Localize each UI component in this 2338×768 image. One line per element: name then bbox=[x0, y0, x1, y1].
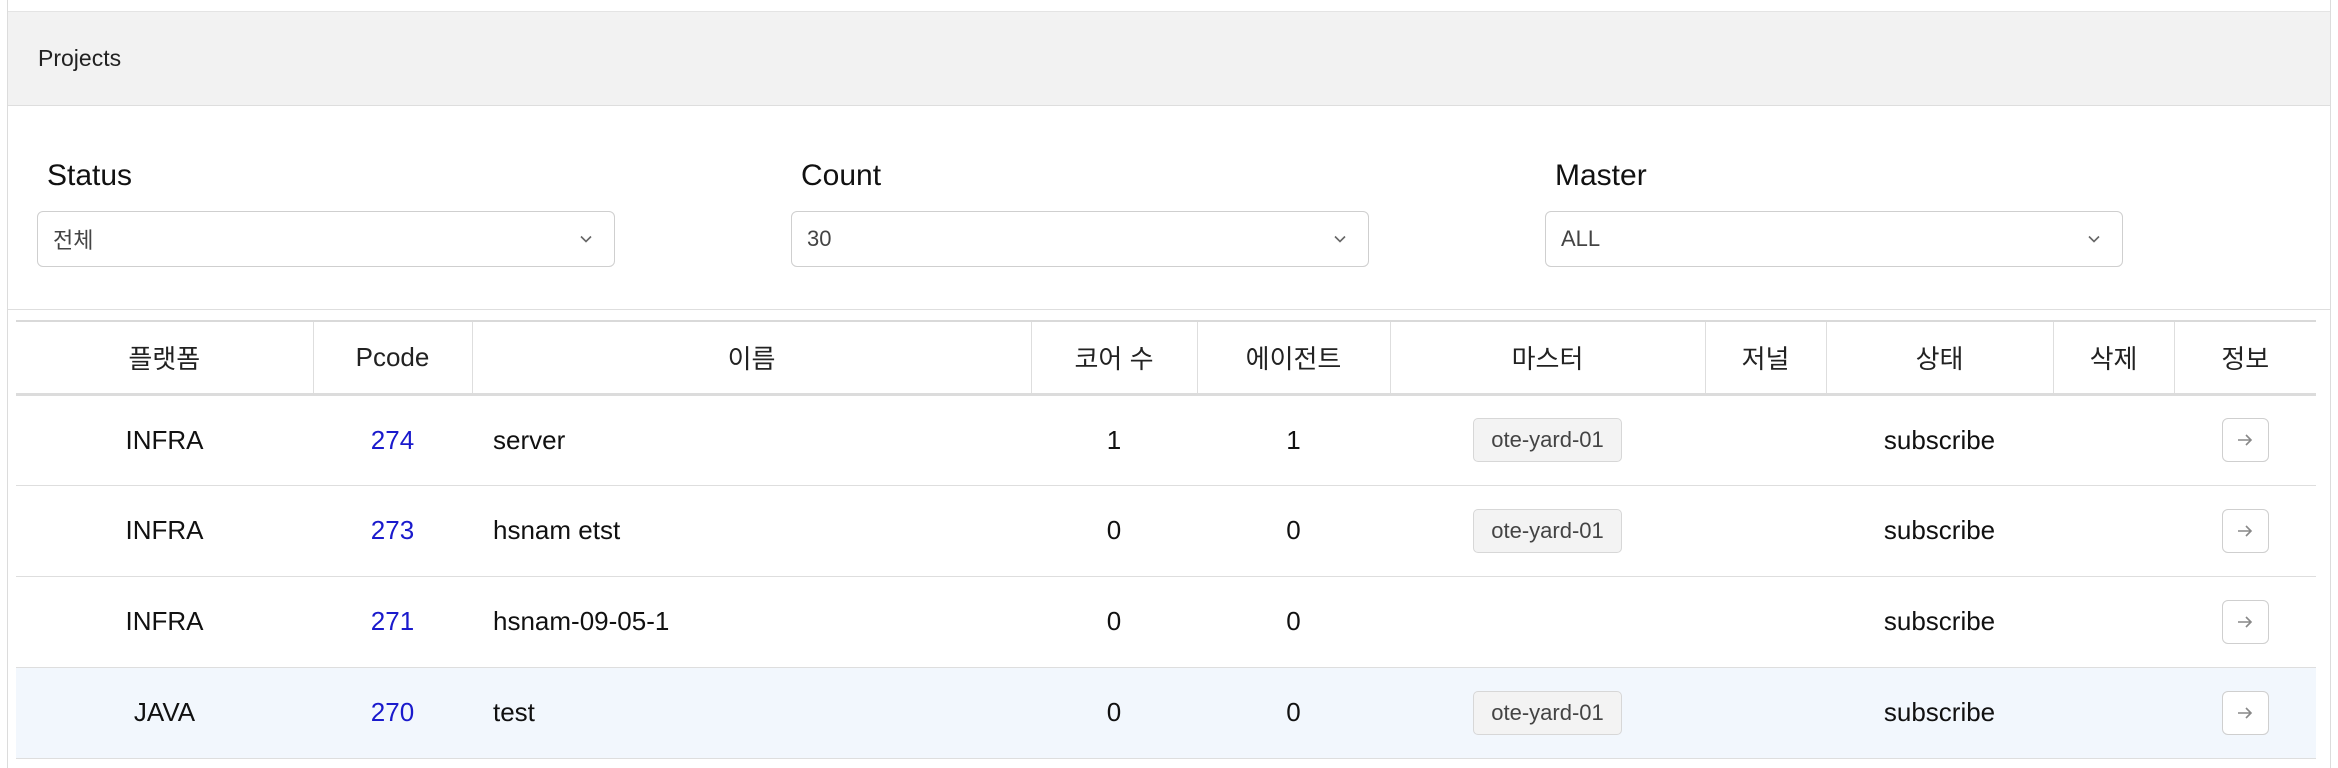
table-row[interactable]: JAVA 270 test 0 0 ote-yard-01 subscribe bbox=[16, 667, 2316, 759]
count-select[interactable]: 30 bbox=[791, 211, 1369, 267]
master-select-value: ALL bbox=[1561, 226, 1601, 251]
cell-journal bbox=[1705, 667, 1826, 759]
master-tag: ote-yard-01 bbox=[1473, 690, 1622, 735]
column-header-status[interactable]: 상태 bbox=[1826, 320, 2054, 396]
cell-info bbox=[2174, 667, 2316, 759]
cell-name: hsnam-09-05-1 bbox=[472, 576, 1031, 668]
column-header-delete[interactable]: 삭제 bbox=[2053, 320, 2175, 396]
status-filter: Status 전체 bbox=[37, 159, 617, 267]
cell-delete bbox=[2053, 576, 2174, 668]
cell-delete bbox=[2053, 394, 2174, 486]
cell-journal bbox=[1705, 394, 1826, 486]
master-label: Master bbox=[1555, 159, 1647, 192]
panel-title: Projects bbox=[38, 45, 122, 71]
cell-journal bbox=[1705, 576, 1826, 668]
cell-master: ote-yard-01 bbox=[1390, 394, 1705, 486]
chevron-down-icon bbox=[1334, 235, 1346, 243]
cell-cores: 0 bbox=[1031, 576, 1197, 668]
count-label: Count bbox=[801, 159, 882, 192]
cell-cores: 0 bbox=[1031, 485, 1197, 577]
cell-pcode: 270 bbox=[313, 667, 472, 759]
pcode-link[interactable]: 273 bbox=[371, 515, 414, 545]
column-header-agents[interactable]: 에이전트 bbox=[1197, 320, 1391, 396]
top-strip bbox=[8, 0, 2330, 12]
arrow-right-icon bbox=[2238, 524, 2253, 537]
filter-bar: Status 전체 Count 30 Master ALL bbox=[8, 107, 2330, 310]
cell-status: subscribe bbox=[1826, 576, 2053, 668]
cell-status: subscribe bbox=[1826, 667, 2053, 759]
cell-status: subscribe bbox=[1826, 485, 2053, 577]
status-label: Status bbox=[47, 159, 133, 192]
cell-name: test bbox=[472, 667, 1031, 759]
cell-info bbox=[2174, 576, 2316, 668]
cell-pcode: 273 bbox=[313, 485, 472, 577]
master-select[interactable]: ALL bbox=[1545, 211, 2123, 267]
arrow-right-icon bbox=[2238, 615, 2253, 628]
cell-agents: 1 bbox=[1197, 394, 1390, 486]
table-row[interactable]: INFRA 271 hsnam-09-05-1 0 0 subscribe bbox=[16, 576, 2316, 668]
cell-journal bbox=[1705, 485, 1826, 577]
pcode-link[interactable]: 271 bbox=[371, 606, 414, 636]
panel-header: Projects bbox=[8, 12, 2330, 106]
pcode-link[interactable]: 274 bbox=[371, 425, 414, 455]
cell-platform: JAVA bbox=[16, 667, 313, 759]
column-header-master[interactable]: 마스터 bbox=[1390, 320, 1706, 396]
info-button[interactable] bbox=[2221, 508, 2269, 553]
column-header-cores[interactable]: 코어 수 bbox=[1031, 320, 1198, 396]
table-header-row: 플랫폼 Pcode 이름 코어 수 에이전트 마스터 저널 상태 삭제 정보 bbox=[16, 320, 2316, 396]
cell-platform: INFRA bbox=[16, 576, 313, 668]
info-button[interactable] bbox=[2221, 418, 2269, 462]
master-tag: ote-yard-01 bbox=[1473, 418, 1622, 462]
column-header-platform[interactable]: 플랫폼 bbox=[16, 320, 314, 396]
cell-master: ote-yard-01 bbox=[1390, 485, 1705, 577]
count-select-value: 30 bbox=[807, 226, 832, 251]
cell-platform: INFRA bbox=[16, 394, 313, 486]
status-select[interactable]: 전체 bbox=[37, 211, 615, 267]
cell-pcode: 271 bbox=[313, 576, 472, 668]
cell-pcode: 274 bbox=[313, 394, 472, 486]
column-header-name[interactable]: 이름 bbox=[472, 320, 1032, 396]
cell-master bbox=[1390, 576, 1705, 668]
cell-info bbox=[2174, 394, 2316, 486]
pcode-link[interactable]: 270 bbox=[371, 697, 414, 727]
info-button[interactable] bbox=[2221, 690, 2269, 735]
cell-info bbox=[2174, 485, 2316, 577]
cell-delete bbox=[2053, 667, 2174, 759]
column-header-pcode[interactable]: Pcode bbox=[313, 320, 473, 396]
chevron-down-icon bbox=[580, 235, 592, 243]
arrow-right-icon bbox=[2238, 706, 2253, 719]
cell-name: hsnam etst bbox=[472, 485, 1031, 577]
cell-cores: 1 bbox=[1031, 394, 1197, 486]
info-button[interactable] bbox=[2221, 599, 2269, 644]
cell-platform: INFRA bbox=[16, 485, 313, 577]
count-filter: Count 30 bbox=[791, 159, 1371, 267]
cell-agents: 0 bbox=[1197, 485, 1390, 577]
projects-table: 플랫폼 Pcode 이름 코어 수 에이전트 마스터 저널 상태 삭제 정보 I… bbox=[16, 320, 2316, 759]
table-row[interactable]: INFRA 273 hsnam etst 0 0 ote-yard-01 sub… bbox=[16, 485, 2316, 577]
chevron-down-icon bbox=[2088, 235, 2100, 243]
master-filter: Master ALL bbox=[1545, 159, 2125, 267]
master-tag: ote-yard-01 bbox=[1473, 508, 1622, 553]
status-select-value: 전체 bbox=[53, 228, 94, 253]
cell-cores: 0 bbox=[1031, 667, 1197, 759]
cell-agents: 0 bbox=[1197, 667, 1390, 759]
column-header-journal[interactable]: 저널 bbox=[1705, 320, 1827, 396]
column-header-info[interactable]: 정보 bbox=[2174, 320, 2316, 396]
cell-name: server bbox=[472, 394, 1031, 486]
table-row[interactable]: INFRA 274 server 1 1 ote-yard-01 subscri… bbox=[16, 394, 2316, 486]
arrow-right-icon bbox=[2238, 434, 2253, 446]
cell-master: ote-yard-01 bbox=[1390, 667, 1705, 759]
cell-status: subscribe bbox=[1826, 394, 2053, 486]
cell-delete bbox=[2053, 485, 2174, 577]
cell-agents: 0 bbox=[1197, 576, 1390, 668]
